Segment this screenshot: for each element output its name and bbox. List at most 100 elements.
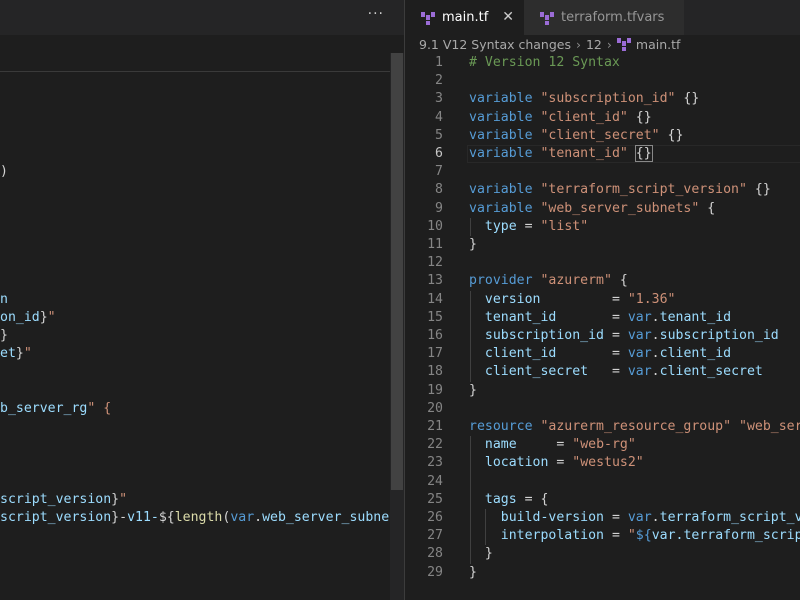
code-line[interactable]: 18 client_secret = var.client_secret [405, 363, 800, 381]
line-number: 9 [435, 200, 443, 216]
code-line[interactable]: 20 [405, 400, 800, 418]
left-scrollbar-thumb[interactable] [391, 53, 403, 490]
line-text: location = "westus2" [484, 455, 644, 471]
chevron-right-icon: › [575, 36, 581, 52]
line-number: 27 [427, 528, 443, 544]
left-code-fragment: b_server_rg" { [0, 400, 112, 416]
line-text: provider "azurerm" { [469, 273, 628, 289]
line-text: variable "client_secret" {} [469, 127, 684, 143]
left-code-area[interactable]: ) n on_id}"} et}" b_server_rg" { script_versi… [0, 53, 429, 600]
line-text: variable "terraform_script_version" {} [469, 182, 771, 198]
code-line[interactable]: 11} [405, 236, 800, 254]
line-text: tenant_id = var.tenant_id [484, 309, 732, 325]
left-code-fragment: script_version}-v11-${length(var.web_ser… [0, 510, 429, 525]
code-line[interactable]: 7 [405, 163, 800, 181]
line-number: 6 [435, 146, 443, 161]
code-line[interactable]: 27 interpolation = "${var.terraform_scri… [405, 527, 800, 545]
code-line[interactable]: 10 type = "list" [405, 218, 800, 236]
line-text: } [469, 237, 477, 252]
left-code-fragment: et}" [0, 346, 32, 362]
line-number: 22 [427, 437, 443, 453]
line-text: variable "client_id" {} [469, 109, 652, 125]
code-editor[interactable]: 1 # Version 12 Syntax 2 3 variable "subscrip… [405, 53, 800, 600]
indent-guide [485, 509, 486, 546]
line-number: 8 [435, 182, 443, 198]
indent-guide [470, 436, 471, 564]
line-text: version = "1.36" [484, 291, 676, 307]
line-text: } [469, 382, 477, 398]
code-line[interactable]: 9 variable "web_server_subnets" { [405, 200, 800, 218]
code-line[interactable]: 2 [405, 72, 800, 90]
left-code-fragment: } [0, 328, 8, 343]
left-tab-bar: ··· [0, 0, 404, 35]
line-text: } [469, 564, 477, 580]
chevron-right-icon: › [606, 36, 612, 52]
line-text: variable "web_server_subnets" { [469, 200, 716, 216]
code-line[interactable]: 17 client_id = var.client_id [405, 345, 800, 363]
line-number: 12 [427, 255, 443, 271]
code-line[interactable]: 21 resource "azurerm_resource_group" "web… [405, 418, 800, 436]
left-breadcrumb [0, 35, 404, 53]
line-number: 1 [435, 55, 443, 70]
line-number: 16 [427, 328, 443, 343]
line-text: interpolation = "${var.terraform_script_… [500, 528, 800, 544]
tab-main-tf[interactable]: main.tf ✕ [405, 0, 524, 35]
tab-label: main.tf [442, 10, 489, 25]
line-number: 26 [427, 510, 443, 525]
code-line[interactable]: 4 variable "client_id" {} [405, 109, 800, 127]
code-line[interactable]: 24 [405, 473, 800, 491]
line-number: 15 [427, 309, 443, 325]
code-line[interactable]: 15 tenant_id = var.tenant_id [405, 309, 800, 327]
line-number: 2 [435, 73, 443, 89]
breadcrumb-file[interactable]: main.tf [636, 37, 681, 52]
terraform-icon [421, 11, 435, 25]
code-line[interactable]: 8 variable "terraform_script_version" {} [405, 181, 800, 199]
indent-guide [470, 290, 471, 382]
close-icon[interactable]: ✕ [502, 9, 514, 25]
line-text: name = "web-rg" [484, 437, 636, 453]
left-code-fragment: ) [0, 164, 8, 180]
terraform-icon [616, 37, 631, 51]
tab-bar: main.tf ✕ terraform.tfvars [405, 0, 800, 35]
code-line[interactable]: 23 location = "westus2" [405, 454, 800, 472]
code-line[interactable]: 12 [405, 254, 800, 272]
line-text: } [484, 546, 493, 562]
code-line[interactable]: 13 provider "azurerm" { [405, 272, 800, 290]
code-line[interactable]: 6 variable "tenant_id" {} [405, 145, 800, 163]
line-text: build-version = var.terraform_script_ver… [500, 510, 800, 525]
code-line[interactable]: 3 variable "subscription_id" {} [405, 90, 800, 108]
code-line[interactable]: 28 } [405, 545, 800, 563]
line-text: client_secret = var.client_secret [484, 364, 763, 380]
left-code-fragment: on_id}" [0, 309, 56, 325]
code-line[interactable]: 29} [405, 564, 800, 582]
breadcrumb-folder[interactable]: 9.1 V12 Syntax changes [419, 37, 571, 52]
line-number: 29 [427, 564, 443, 580]
tab-terraform-tfvars[interactable]: terraform.tfvars [524, 0, 684, 35]
indent-guide [470, 217, 471, 236]
code-line[interactable]: 14 version = "1.36" [405, 291, 800, 309]
line-number: 10 [427, 218, 443, 234]
code-line[interactable]: 19} [405, 382, 800, 400]
code-line[interactable]: 26 build-version = var.terraform_script_… [405, 509, 800, 527]
code-line[interactable]: 1 # Version 12 Syntax [405, 54, 800, 72]
left-code-fragment: script_version}" [0, 491, 128, 507]
line-number: 23 [427, 455, 443, 471]
line-number: 21 [427, 419, 443, 434]
more-actions-icon[interactable]: ··· [368, 6, 384, 22]
code-line[interactable]: 5 variable "client_secret" {} [405, 127, 800, 145]
right-editor-group: main.tf ✕ terraform.tfvars 9.1 V12 Synta… [405, 0, 800, 600]
breadcrumb-subfolder[interactable]: 12 [586, 37, 602, 52]
line-number: 3 [435, 91, 443, 107]
left-code-fragment: n [0, 291, 8, 307]
code-line[interactable]: 16 subscription_id = var.subscription_id [405, 327, 800, 345]
line-number: 5 [435, 127, 443, 143]
terraform-icon [540, 11, 554, 25]
line-number: 7 [435, 164, 443, 180]
line-number: 17 [427, 346, 443, 362]
code-line[interactable]: 22 name = "web-rg" [405, 436, 800, 454]
line-number: 13 [427, 273, 443, 289]
line-text: client_id = var.client_id [484, 346, 732, 362]
line-text: tags = { [484, 491, 549, 507]
code-line[interactable]: 25 tags = { [405, 491, 800, 509]
line-text: type = "list" [484, 218, 589, 234]
